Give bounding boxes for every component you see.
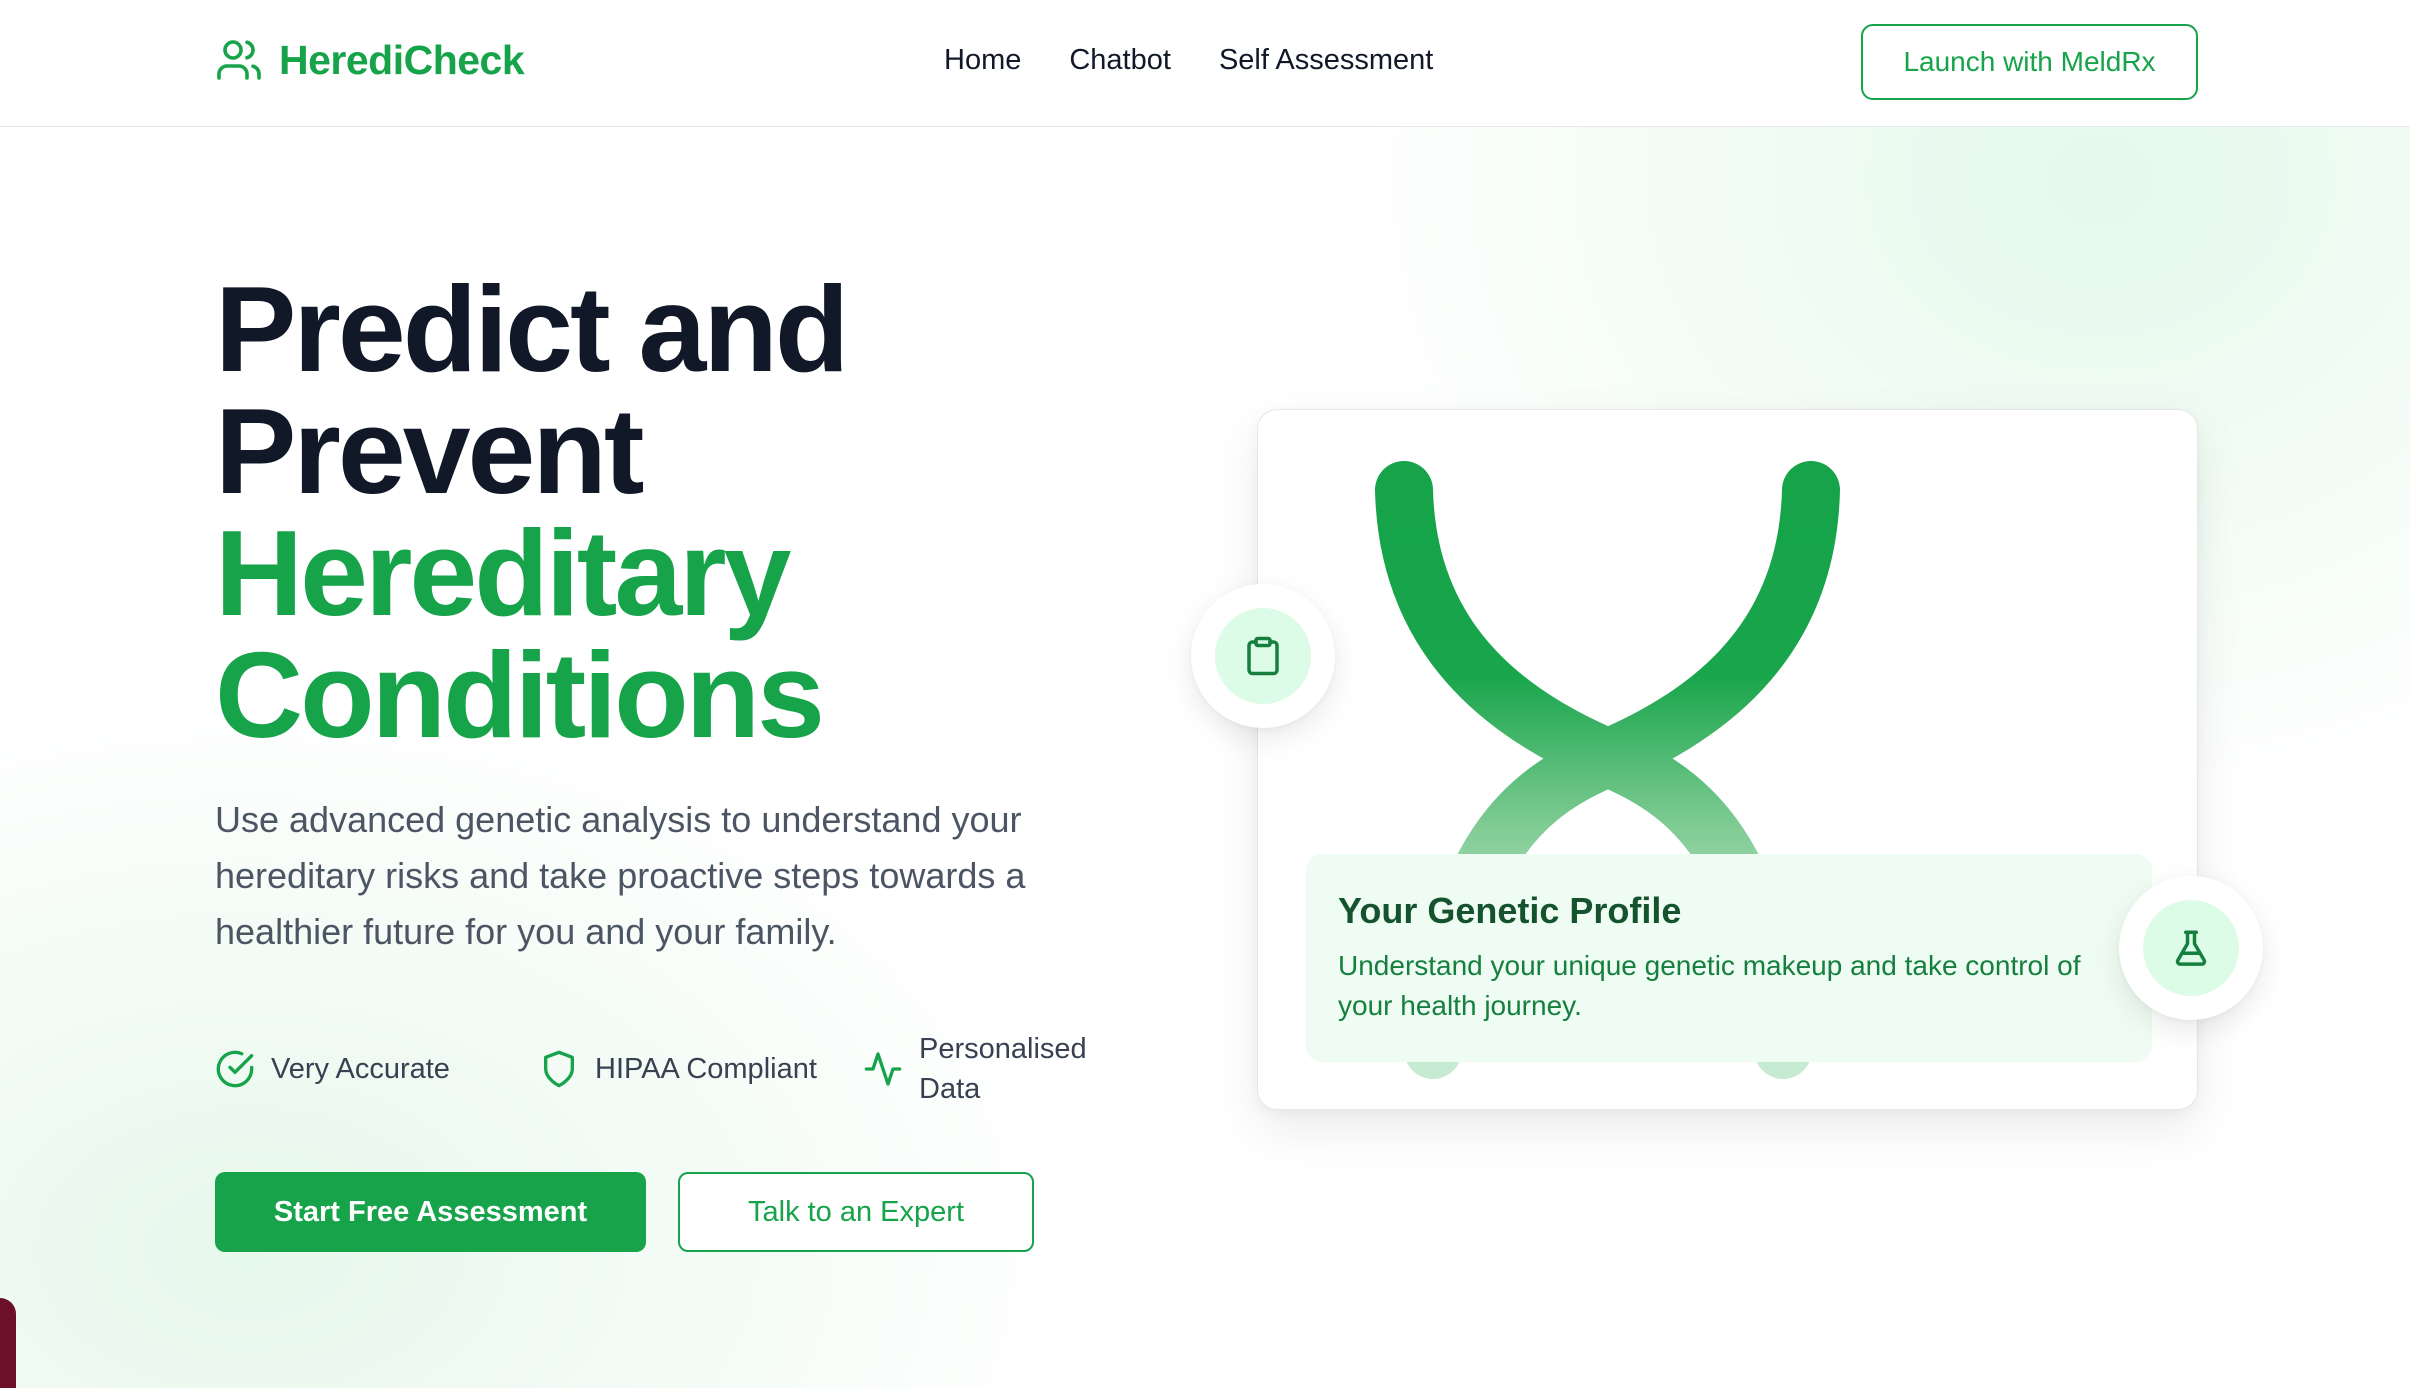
users-icon (217, 40, 261, 80)
launch-meldrx-button[interactable]: Launch with MeldRx (1861, 24, 2198, 100)
clipboard-badge-circle (1215, 608, 1311, 704)
profile-description: Understand your unique genetic makeup an… (1338, 950, 2081, 1021)
genetic-profile-card: Your Genetic Profile Understand your uni… (1257, 409, 2198, 1110)
site-header: HerediCheck Home Chatbot Self Assessment… (0, 0, 2410, 127)
hero-title-line-3: Hereditary (215, 505, 792, 641)
nav-link-self-assessment[interactable]: Self Assessment (1219, 44, 1433, 77)
nav-link-chatbot[interactable]: Chatbot (1069, 44, 1171, 77)
start-free-assessment-button[interactable]: Start Free Assessment (215, 1172, 646, 1252)
hero-title-line-4: Conditions (215, 627, 825, 763)
brand-name: HerediCheck (279, 36, 525, 83)
hero-section: Predict and Prevent Hereditary Condition… (215, 268, 1115, 756)
nav-link-home[interactable]: Home (944, 44, 1021, 77)
flask-badge-circle (2143, 900, 2239, 996)
hero-title: Predict and Prevent Hereditary Condition… (215, 268, 1115, 756)
hero-title-line-2: Prevent (215, 383, 645, 519)
profile-title: Your Genetic Profile (1338, 890, 1682, 931)
talk-to-expert-button[interactable]: Talk to an Expert (678, 1172, 1034, 1252)
clipboard-badge (1191, 584, 1335, 728)
feature-label: Personalised Data (919, 1033, 1087, 1105)
feature-list: Very Accurate HIPAA Compliant Personalis… (215, 1026, 1103, 1112)
flask-icon (2175, 930, 2207, 966)
window-corner-accent (0, 1298, 16, 1388)
hero-description: Use advanced genetic analysis to underst… (215, 799, 1026, 952)
feature-label: Very Accurate (271, 1052, 450, 1085)
main-nav: Home Chatbot Self Assessment (944, 44, 1433, 77)
genetic-profile-panel: Your Genetic Profile Understand your uni… (1306, 854, 2152, 1062)
feature-hipaa-compliant: HIPAA Compliant (539, 1049, 863, 1089)
brand-logo[interactable]: HerediCheck (215, 36, 525, 84)
feature-label: HIPAA Compliant (595, 1052, 817, 1085)
check-circle-icon (216, 1050, 254, 1088)
feature-personalised-data: Personalised Data (863, 1029, 1103, 1109)
clipboard-icon (1247, 636, 1279, 676)
activity-pulse-icon (864, 1052, 902, 1086)
hero-title-line-1: Predict and (215, 261, 849, 397)
feature-very-accurate: Very Accurate (215, 1049, 539, 1089)
shield-icon (544, 1050, 574, 1088)
flask-badge (2119, 876, 2263, 1020)
